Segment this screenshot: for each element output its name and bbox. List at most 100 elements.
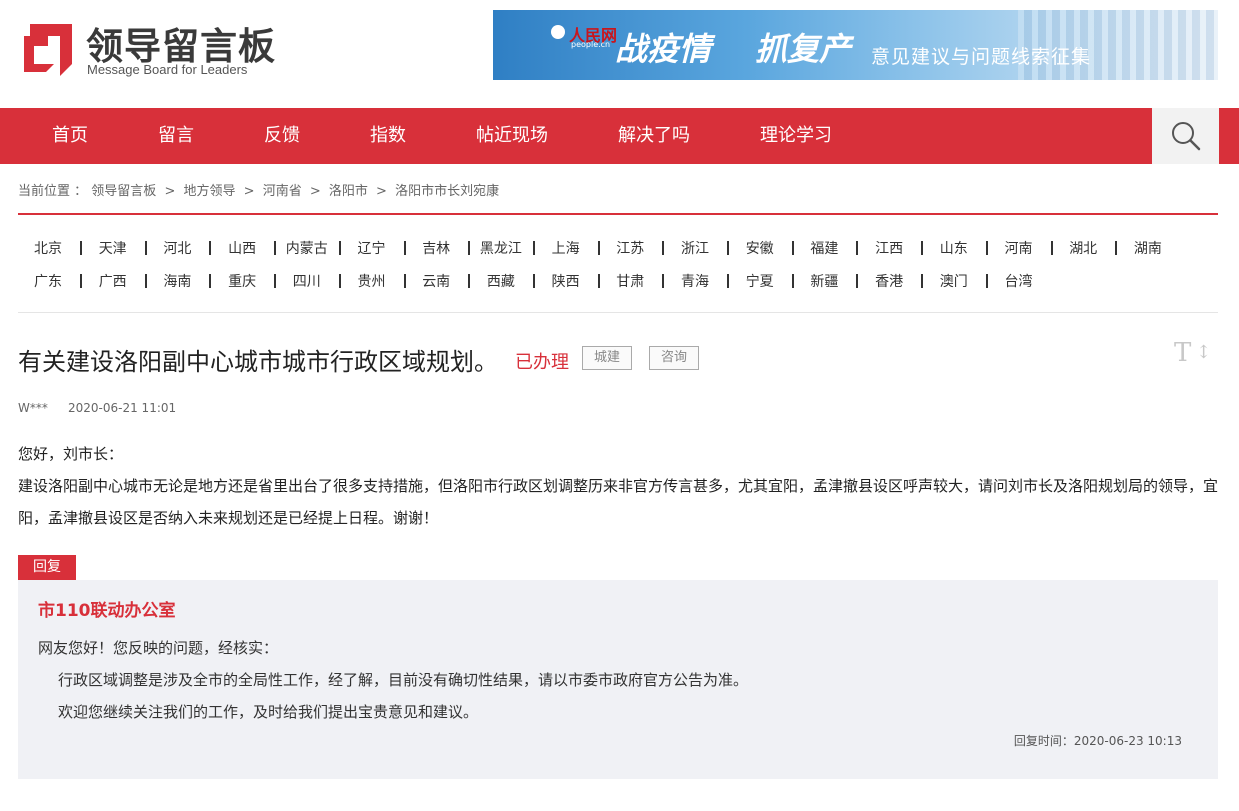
province-link[interactable]: 浙江 <box>665 238 725 258</box>
province-link[interactable]: 河北 <box>147 238 207 258</box>
breadcrumb-item-board[interactable]: 领导留言板 <box>91 184 156 199</box>
nav-item-index[interactable]: 指数 <box>370 108 406 164</box>
breadcrumb-item-leader[interactable]: 洛阳市市长刘宛康 <box>395 184 499 199</box>
campaign-banner[interactable]: 人民网 people.cn 战疫情 抓复产 意见建议与问题线索征集 <box>493 10 1218 80</box>
province-separator <box>856 241 859 255</box>
province-link[interactable]: 澳门 <box>924 271 984 291</box>
province-link[interactable]: 湖北 <box>1053 238 1113 258</box>
nav-item-home[interactable]: 首页 <box>52 108 88 164</box>
logo-subtitle: Message Board for Leaders <box>87 62 248 77</box>
province-link[interactable]: 广西 <box>83 271 143 291</box>
province-link[interactable]: 安徽 <box>730 238 790 258</box>
province-separator <box>338 241 341 255</box>
province-link[interactable]: 云南 <box>406 271 466 291</box>
text-size-icon[interactable]: T ↕ <box>1174 338 1211 370</box>
province-link[interactable]: 河南 <box>989 238 1049 258</box>
breadcrumb-divider <box>18 213 1218 215</box>
province-separator <box>274 241 277 255</box>
province-link[interactable]: 广东 <box>18 271 78 291</box>
status-badge: 已办理 <box>515 352 569 373</box>
province-link[interactable]: 福建 <box>794 238 854 258</box>
province-link[interactable]: 上海 <box>536 238 596 258</box>
reply-greeting: 网友您好！您反映的问题，经核实： <box>38 639 279 657</box>
province-link[interactable]: 山东 <box>924 238 984 258</box>
province-link[interactable]: 吉林 <box>406 238 466 258</box>
message-title: 有关建设洛阳副中心城市城市行政区域规划。 <box>18 348 498 376</box>
province-link[interactable]: 重庆 <box>212 271 272 291</box>
province-link[interactable]: 台湾 <box>989 271 1049 291</box>
province-separator <box>727 241 729 255</box>
message-greeting: 您好，刘市长： <box>18 445 124 463</box>
province-separator <box>791 274 794 288</box>
province-link[interactable]: 内蒙古 <box>277 238 337 258</box>
reply-paragraph: 行政区域调整是涉及全市的全局性工作，经了解，目前没有确切性结果，请以市委市政府官… <box>58 671 749 689</box>
breadcrumb-separator: > <box>309 184 321 199</box>
province-link[interactable]: 北京 <box>18 238 78 258</box>
breadcrumb-item-local-leaders[interactable]: 地方领导 <box>183 184 235 199</box>
province-separator <box>274 274 277 288</box>
site-logo[interactable]: 领导留言板 Message Board for Leaders <box>20 18 300 82</box>
nav-item-message[interactable]: 留言 <box>158 108 194 164</box>
breadcrumb-prefix: 当前位置 ： <box>18 184 88 199</box>
reply-org: 市110联动办公室 <box>38 601 176 621</box>
province-link[interactable]: 天津 <box>83 238 143 258</box>
province-separator <box>144 241 147 255</box>
breadcrumb-separator: > <box>243 184 255 199</box>
province-link[interactable]: 湖南 <box>1118 238 1178 258</box>
province-link[interactable]: 山西 <box>212 238 272 258</box>
province-separator <box>921 274 924 288</box>
province-separator <box>985 274 988 288</box>
province-link[interactable]: 香港 <box>859 271 919 291</box>
province-link[interactable]: 西藏 <box>471 271 531 291</box>
province-separator <box>144 274 147 288</box>
breadcrumb: 当前位置 ： 领导留言板 > 地方领导 > 河南省 > 洛阳市 > 洛阳市市长刘… <box>18 180 499 199</box>
province-separator <box>727 274 729 288</box>
logo-mark-icon <box>24 24 72 76</box>
province-link[interactable]: 甘肃 <box>600 271 660 291</box>
province-link[interactable]: 新疆 <box>794 271 854 291</box>
province-separator <box>856 274 859 288</box>
province-separator <box>338 274 341 288</box>
province-separator <box>1115 241 1118 255</box>
globe-icon <box>551 25 565 39</box>
nav-item-onsite[interactable]: 帖近现场 <box>476 108 548 164</box>
province-link[interactable]: 青海 <box>665 271 725 291</box>
message-body: 您好，刘市长： 建设洛阳副中心城市无论是地方还是省里出台了很多支持措施，但洛阳市… <box>18 438 1221 534</box>
tag-type[interactable]: 咨询 <box>649 346 699 370</box>
province-divider <box>18 312 1218 313</box>
province-link[interactable]: 江西 <box>859 238 919 258</box>
nav-item-feedback[interactable]: 反馈 <box>264 108 300 164</box>
province-separator <box>597 241 600 255</box>
province-separator <box>1050 241 1053 255</box>
province-separator <box>80 274 82 288</box>
province-separator <box>468 241 471 255</box>
tag-category[interactable]: 城建 <box>582 346 632 370</box>
province-link[interactable]: 辽宁 <box>342 238 402 258</box>
province-link[interactable]: 黑龙江 <box>471 238 531 258</box>
province-link[interactable]: 江苏 <box>600 238 660 258</box>
reply-time: 回复时间：2020-06-23 10:13 <box>1014 732 1182 749</box>
province-link[interactable]: 陕西 <box>536 271 596 291</box>
reply-paragraph: 欢迎您继续关注我们的工作，及时给我们提出宝贵意见和建议。 <box>58 703 479 721</box>
site-header: 领导留言板 Message Board for Leaders 人民网 peop… <box>0 0 1239 108</box>
reply-time-label: 回复时间： <box>1013 734 1074 748</box>
banner-headline-2: 抓复产 <box>755 30 852 68</box>
province-link[interactable]: 四川 <box>277 271 337 291</box>
province-separator <box>662 241 665 255</box>
reply-tag: 回复 <box>18 555 76 580</box>
nav-item-resolved[interactable]: 解决了吗 <box>618 108 690 164</box>
message-date: 2020-06-21 11:01 <box>68 401 177 415</box>
reply-box: 市110联动办公室 网友您好！您反映的问题，经核实： 行政区域调整是涉及全市的全… <box>18 580 1218 779</box>
reply-text: 网友您好！您反映的问题，经核实： 行政区域调整是涉及全市的全局性工作，经了解，目… <box>38 632 1198 728</box>
province-separator <box>532 274 535 288</box>
province-separator <box>532 241 535 255</box>
province-link[interactable]: 宁夏 <box>730 271 790 291</box>
search-button[interactable] <box>1152 108 1219 164</box>
banner-headline-1: 战疫情 <box>615 30 712 68</box>
breadcrumb-item-province[interactable]: 河南省 <box>263 184 302 199</box>
nav-item-theory[interactable]: 理论学习 <box>760 108 832 164</box>
province-link[interactable]: 贵州 <box>342 271 402 291</box>
province-link[interactable]: 海南 <box>147 271 207 291</box>
message-author: W*** <box>18 401 48 415</box>
breadcrumb-item-city[interactable]: 洛阳市 <box>329 184 368 199</box>
